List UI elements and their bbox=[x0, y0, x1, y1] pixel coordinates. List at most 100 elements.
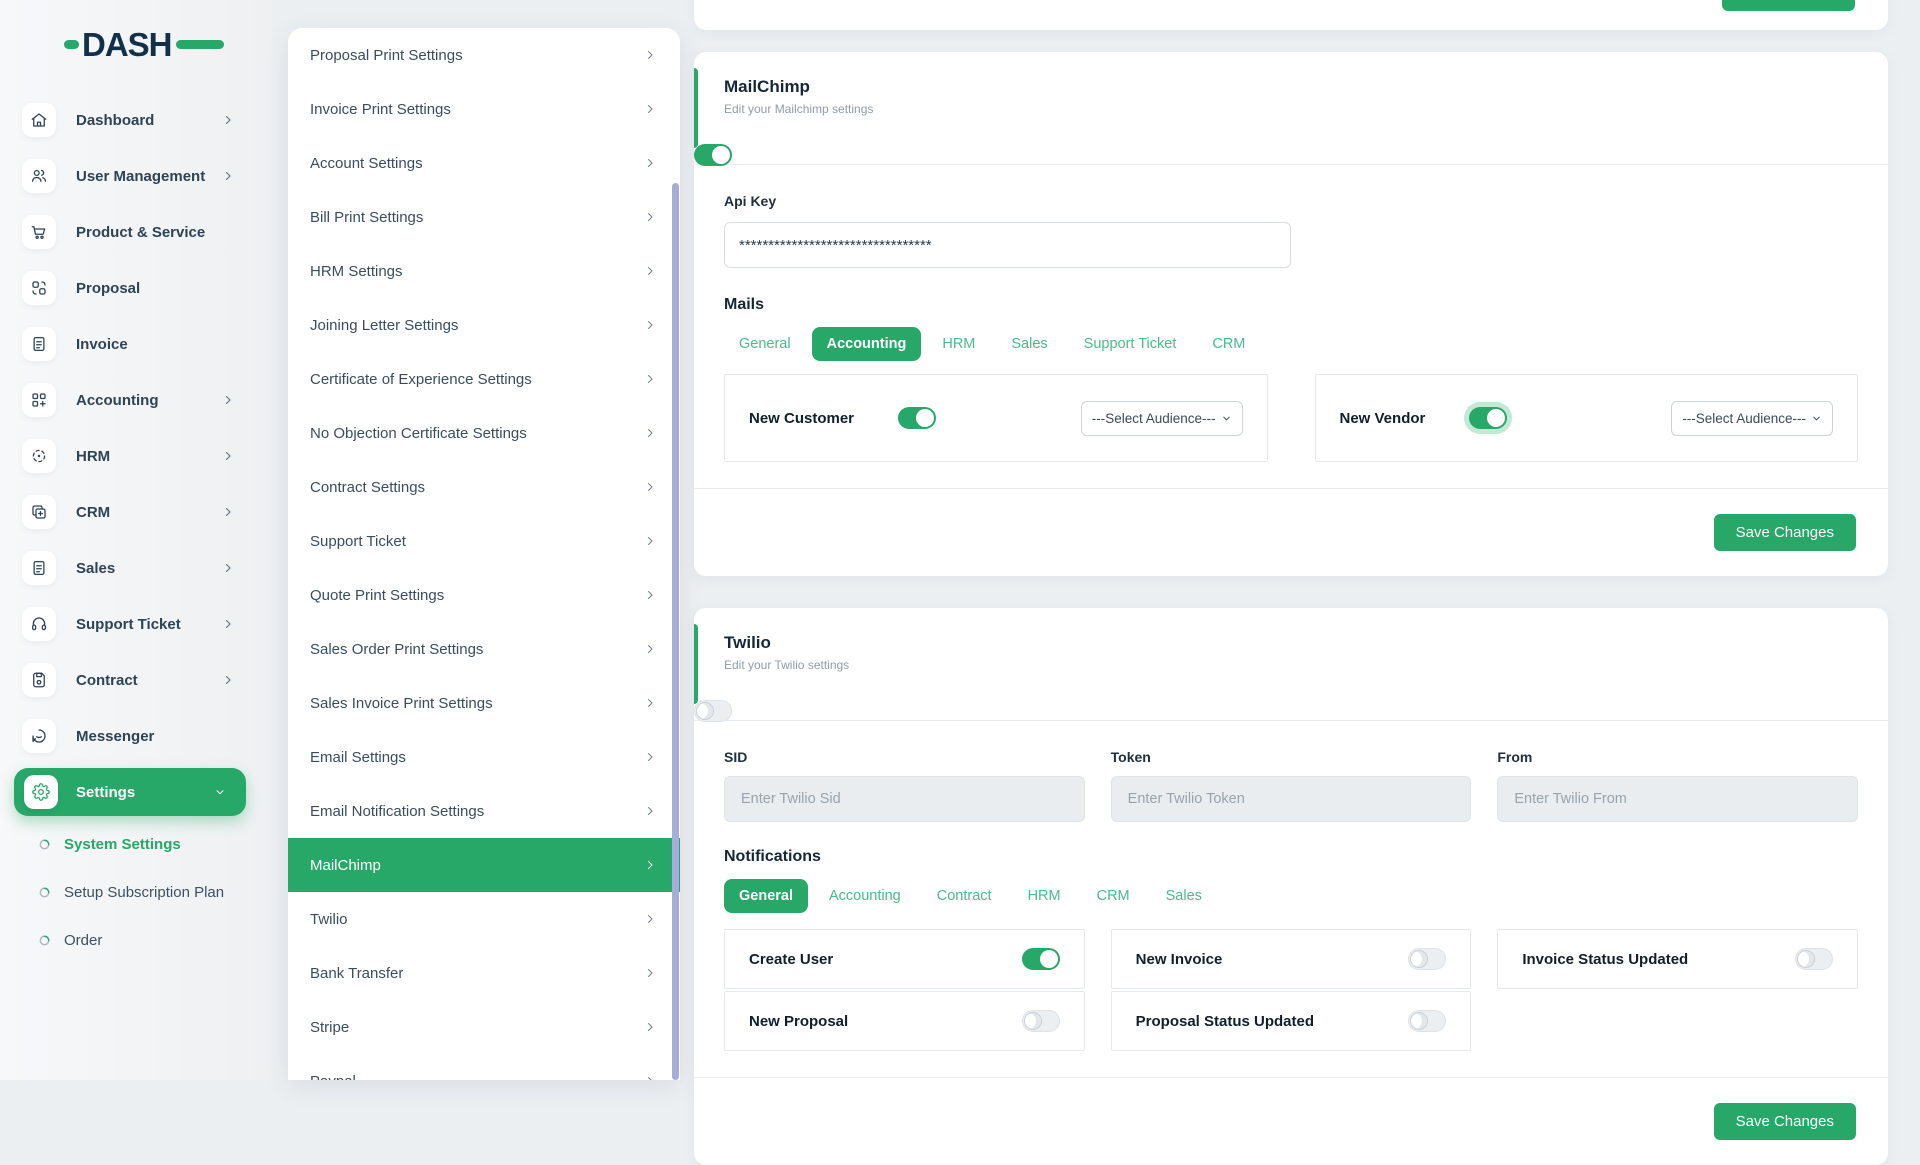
menu-item-quote-print-settings[interactable]: Quote Print Settings bbox=[288, 568, 680, 622]
new-customer-toggle[interactable] bbox=[898, 407, 936, 429]
sidebar-item-settings[interactable]: Settings bbox=[14, 768, 246, 816]
sidebar-item-dashboard[interactable]: Dashboard bbox=[0, 92, 272, 148]
menu-item-sales-order-print-settings[interactable]: Sales Order Print Settings bbox=[288, 622, 680, 676]
menu-item-proposal-print-settings[interactable]: Proposal Print Settings bbox=[288, 28, 680, 82]
new-invoice-box: New Invoice bbox=[1111, 929, 1472, 989]
document-icon bbox=[22, 551, 56, 585]
menu-item-email-settings[interactable]: Email Settings bbox=[288, 730, 680, 784]
menu-item-sales-invoice-print-settings[interactable]: Sales Invoice Print Settings bbox=[288, 676, 680, 730]
mailchimp-enabled-toggle[interactable] bbox=[694, 144, 732, 166]
tab-sales[interactable]: Sales bbox=[996, 327, 1062, 361]
sidebar-subitem-system-settings[interactable]: System Settings bbox=[0, 820, 272, 868]
chevron-right-icon bbox=[644, 1075, 656, 1080]
sidebar-item-proposal[interactable]: Proposal bbox=[0, 260, 272, 316]
menu-item-no-objection-certificate-settings[interactable]: No Objection Certificate Settings bbox=[288, 406, 680, 460]
sid-input[interactable] bbox=[724, 776, 1085, 822]
chevron-right-icon bbox=[644, 859, 656, 871]
chevron-down-icon bbox=[1221, 413, 1232, 424]
cart-icon bbox=[22, 215, 56, 249]
twilio-card-header: Twilio Edit your Twilio settings bbox=[694, 608, 1888, 721]
sidebar-item-user-management[interactable]: User Management bbox=[0, 148, 272, 204]
tab-hrm[interactable]: HRM bbox=[1013, 879, 1076, 913]
menu-item-mailchimp[interactable]: MailChimp bbox=[288, 838, 680, 892]
sid-label: SID bbox=[724, 749, 747, 765]
sidebar-item-accounting[interactable]: Accounting bbox=[0, 372, 272, 428]
chevron-right-icon bbox=[644, 589, 656, 601]
create-user-box: Create User bbox=[724, 929, 1085, 989]
sidebar-item-invoice[interactable]: Invoice bbox=[0, 316, 272, 372]
menu-item-support-ticket[interactable]: Support Ticket bbox=[288, 514, 680, 568]
menu-item-invoice-print-settings[interactable]: Invoice Print Settings bbox=[288, 82, 680, 136]
panel-scrollbar[interactable] bbox=[672, 183, 679, 1080]
sidebar-nav: Dashboard User Management Product & Serv… bbox=[0, 92, 272, 964]
focus-icon bbox=[22, 439, 56, 473]
sidebar-item-support-ticket[interactable]: Support Ticket bbox=[0, 596, 272, 652]
copy-plus-icon bbox=[22, 495, 56, 529]
tab-contract[interactable]: Contract bbox=[922, 879, 1007, 913]
toggle-knob bbox=[712, 146, 730, 164]
tab-crm[interactable]: CRM bbox=[1082, 879, 1145, 913]
new-invoice-toggle[interactable] bbox=[1408, 948, 1446, 970]
new-proposal-box: New Proposal bbox=[724, 991, 1085, 1051]
proposal-status-updated-box: Proposal Status Updated bbox=[1111, 991, 1472, 1051]
menu-item-paypal[interactable]: Paypal bbox=[288, 1054, 680, 1080]
tab-general[interactable]: General bbox=[724, 879, 808, 913]
previous-save-button-partial[interactable] bbox=[1722, 0, 1855, 11]
new-customer-audience-select[interactable]: ---Select Audience--- bbox=[1081, 401, 1243, 436]
menu-item-account-settings[interactable]: Account Settings bbox=[288, 136, 680, 190]
api-key-input[interactable] bbox=[724, 222, 1291, 268]
sidebar-item-sales[interactable]: Sales bbox=[0, 540, 272, 596]
tab-crm[interactable]: CRM bbox=[1197, 327, 1260, 361]
refresh-circle-icon bbox=[38, 934, 51, 947]
menu-item-bank-transfer[interactable]: Bank Transfer bbox=[288, 946, 680, 1000]
new-proposal-toggle[interactable] bbox=[1022, 1010, 1060, 1032]
new-vendor-toggle[interactable] bbox=[1469, 407, 1507, 429]
chevron-down-icon bbox=[214, 786, 226, 798]
toggle-knob bbox=[1487, 409, 1505, 427]
menu-item-certificate-of-experience-settings[interactable]: Certificate of Experience Settings bbox=[288, 352, 680, 406]
new-invoice-label: New Invoice bbox=[1136, 951, 1223, 968]
chevron-right-icon bbox=[644, 967, 656, 979]
proposal-status-updated-label: Proposal Status Updated bbox=[1136, 1013, 1314, 1030]
tab-general[interactable]: General bbox=[724, 327, 806, 361]
mailchimp-card: MailChimp Edit your Mailchimp settings A… bbox=[694, 52, 1888, 576]
menu-item-email-notification-settings[interactable]: Email Notification Settings bbox=[288, 784, 680, 838]
sidebar-item-messenger[interactable]: Messenger bbox=[0, 708, 272, 764]
chevron-right-icon bbox=[222, 506, 234, 518]
menu-item-contract-settings[interactable]: Contract Settings bbox=[288, 460, 680, 514]
mailchimp-save-button[interactable]: Save Changes bbox=[1714, 514, 1856, 551]
invoice-status-updated-toggle[interactable] bbox=[1795, 948, 1833, 970]
chevron-right-icon bbox=[644, 697, 656, 709]
token-input[interactable] bbox=[1111, 776, 1472, 822]
tab-support-ticket[interactable]: Support Ticket bbox=[1069, 327, 1192, 361]
twilio-save-button[interactable]: Save Changes bbox=[1714, 1103, 1856, 1140]
menu-item-twilio[interactable]: Twilio bbox=[288, 892, 680, 946]
twilio-fields-grid: SID Token From bbox=[724, 749, 1858, 822]
create-user-toggle[interactable] bbox=[1022, 948, 1060, 970]
menu-item-hrm-settings[interactable]: HRM Settings bbox=[288, 244, 680, 298]
menu-item-stripe[interactable]: Stripe bbox=[288, 1000, 680, 1054]
from-input[interactable] bbox=[1497, 776, 1858, 822]
menu-item-joining-letter-settings[interactable]: Joining Letter Settings bbox=[288, 298, 680, 352]
sidebar-subitem-order[interactable]: Order bbox=[0, 916, 272, 964]
new-vendor-audience-select[interactable]: ---Select Audience--- bbox=[1671, 401, 1833, 436]
category-icon bbox=[22, 271, 56, 305]
mails-heading: Mails bbox=[724, 296, 1858, 314]
tab-accounting[interactable]: Accounting bbox=[812, 327, 922, 361]
chevron-right-icon bbox=[222, 674, 234, 686]
twilio-enabled-toggle[interactable] bbox=[694, 700, 732, 722]
sidebar-item-product-service[interactable]: Product & Service bbox=[0, 204, 272, 260]
menu-item-bill-print-settings[interactable]: Bill Print Settings bbox=[288, 190, 680, 244]
tab-accounting[interactable]: Accounting bbox=[814, 879, 916, 913]
sidebar-item-crm[interactable]: CRM bbox=[0, 484, 272, 540]
tab-sales[interactable]: Sales bbox=[1151, 879, 1217, 913]
chevron-right-icon bbox=[222, 394, 234, 406]
sidebar-item-hrm[interactable]: HRM bbox=[0, 428, 272, 484]
new-proposal-label: New Proposal bbox=[749, 1013, 848, 1030]
proposal-status-updated-toggle[interactable] bbox=[1408, 1010, 1446, 1032]
empty-cell bbox=[1497, 991, 1858, 1051]
sidebar-subitem-setup-subscription-plan[interactable]: Setup Subscription Plan bbox=[0, 868, 272, 916]
primary-sidebar: DASH Dashboard User Management Product &… bbox=[0, 0, 272, 1080]
sidebar-item-contract[interactable]: Contract bbox=[0, 652, 272, 708]
tab-hrm[interactable]: HRM bbox=[927, 327, 990, 361]
